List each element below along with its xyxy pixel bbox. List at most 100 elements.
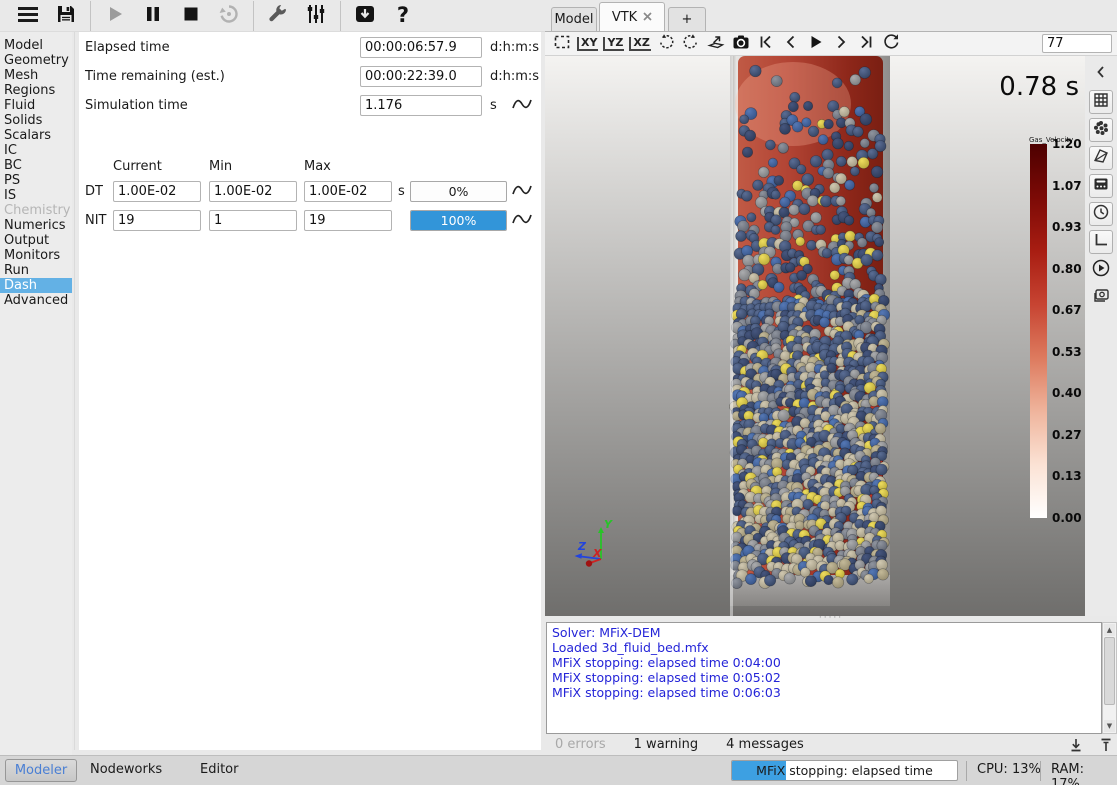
nit-current-input[interactable] — [113, 210, 201, 231]
console-line: MFiX stopping: elapsed time 0:04:00 — [552, 655, 1096, 670]
geometry-button[interactable] — [1089, 146, 1113, 170]
nit-progress-label: 100% — [441, 213, 477, 228]
vertical-splitter[interactable] — [74, 32, 75, 750]
colorbar-tick: 1.20 — [1052, 137, 1085, 151]
stop-button[interactable] — [178, 3, 204, 29]
scroll-bottom-icon[interactable] — [1067, 736, 1085, 754]
prev-frame-button[interactable] — [781, 34, 801, 54]
scrollbar-down-icon[interactable]: ▼ — [1104, 720, 1115, 732]
message-statusbar: 0 errors 1 warning 4 messages — [545, 734, 1117, 755]
dt-max-input[interactable] — [304, 181, 392, 202]
play-overlay-button[interactable] — [1089, 258, 1113, 282]
sidebar-item-regions[interactable]: Regions — [0, 83, 72, 98]
console-line: MFiX stopping: elapsed time 0:05:02 — [552, 670, 1096, 685]
errors-count[interactable]: 0 errors — [555, 737, 606, 752]
toolbar-group — [4, 3, 90, 29]
mode-modeler-button[interactable]: Modeler — [5, 759, 77, 782]
sidebar-item-output[interactable]: Output — [0, 233, 72, 248]
time-remaining-input[interactable] — [360, 66, 482, 87]
console-line: Loaded 3d_fluid_bed.mfx — [552, 640, 1096, 655]
play-button[interactable] — [102, 3, 128, 29]
simulation-time-input[interactable] — [360, 95, 482, 116]
dt-min-input[interactable] — [209, 181, 297, 202]
scroll-top-icon[interactable] — [1097, 736, 1115, 754]
warnings-count[interactable]: 1 warning — [634, 737, 698, 752]
colorbar-tick: 0.80 — [1052, 262, 1085, 276]
plot-dt-button[interactable] — [510, 181, 534, 199]
mode-nodeworks-button[interactable]: Nodeworks — [90, 762, 162, 777]
sidebar-item-fluid[interactable]: Fluid — [0, 98, 72, 113]
reload-button[interactable] — [881, 34, 901, 54]
axes-icon — [1092, 231, 1110, 253]
save-button[interactable] — [53, 3, 79, 29]
sliders-icon — [305, 3, 327, 29]
frame-number-input[interactable] — [1042, 34, 1112, 53]
help-button[interactable]: ? — [390, 3, 416, 29]
screenshot-button[interactable] — [1089, 286, 1113, 310]
sidebar-item-chemistry[interactable]: Chemistry — [0, 203, 72, 218]
console-log[interactable]: Solver: MFiX-DEMLoaded 3d_fluid_bed.mfxM… — [546, 622, 1102, 734]
sidebar-item-is[interactable]: IS — [0, 188, 72, 203]
wrench-button[interactable] — [265, 3, 291, 29]
collapse-chevron-button[interactable] — [1089, 62, 1113, 86]
tab-add[interactable]: + — [668, 7, 706, 31]
vtk-time-label: 0.78 s — [999, 72, 1079, 102]
tab-model[interactable]: Model — [551, 7, 597, 31]
plane-xz-button-label: XZ — [629, 37, 650, 51]
sidebar-item-bc[interactable]: BC — [0, 158, 72, 173]
sidebar-item-ic[interactable]: IC — [0, 143, 72, 158]
console-scrollbar[interactable]: ▲ ▼ — [1102, 622, 1117, 734]
sidebar-item-monitors[interactable]: Monitors — [0, 248, 72, 263]
sidebar-item-geometry[interactable]: Geometry — [0, 53, 72, 68]
plane-xz-button[interactable]: XZ — [629, 34, 650, 54]
last-frame-button[interactable] — [856, 34, 876, 54]
sidebar-item-dash[interactable]: Dash — [0, 278, 72, 293]
pause-button[interactable] — [140, 3, 166, 29]
play-icon — [105, 4, 125, 28]
sidebar-item-model[interactable]: Model — [0, 38, 72, 53]
vtk-view[interactable]: YZX 0.78 s Gas_Velocity 1.201.070.930.80… — [545, 56, 1085, 616]
history-button[interactable] — [1089, 202, 1113, 226]
play-frames-button[interactable] — [806, 34, 826, 54]
next-frame-button[interactable] — [831, 34, 851, 54]
mesh-grid-button[interactable] — [1089, 90, 1113, 114]
axes-button[interactable] — [1089, 230, 1113, 254]
sidebar-item-advanced[interactable]: Advanced — [0, 293, 72, 308]
sidebar-item-ps[interactable]: PS — [0, 173, 72, 188]
first-frame-button[interactable] — [756, 34, 776, 54]
fit-view-button[interactable] — [552, 34, 572, 54]
rotate-ccw-button[interactable] — [656, 34, 676, 54]
plane-xy-button[interactable]: XY — [577, 34, 598, 54]
perspective-button[interactable] — [706, 34, 726, 54]
plot-nit-button[interactable] — [510, 210, 534, 228]
dash-panel: Elapsed time d:h:m:s Time remaining (est… — [79, 32, 541, 750]
sidebar-item-run[interactable]: Run — [0, 263, 72, 278]
plane-yz-button[interactable]: YZ — [603, 34, 624, 54]
export-button[interactable] — [352, 3, 378, 29]
time-remaining-label: Time remaining (est.) — [85, 69, 225, 85]
mode-editor-button[interactable]: Editor — [200, 762, 238, 777]
particles-button[interactable] — [1089, 118, 1113, 142]
nit-max-input[interactable] — [304, 210, 392, 231]
reset-button[interactable] — [216, 3, 242, 29]
sidebar-item-scalars[interactable]: Scalars — [0, 128, 72, 143]
scrollbar-up-icon[interactable]: ▲ — [1104, 624, 1115, 636]
scrollbar-thumb[interactable] — [1104, 637, 1115, 705]
nit-min-input[interactable] — [209, 210, 297, 231]
tab-vtk[interactable]: VTK — [599, 2, 665, 31]
elapsed-time-input[interactable] — [360, 37, 482, 58]
dt-current-input[interactable] — [113, 181, 201, 202]
sidebar-item-numerics[interactable]: Numerics — [0, 218, 72, 233]
snapshot-button[interactable] — [731, 34, 751, 54]
reset-icon — [218, 3, 240, 29]
cells-button[interactable] — [1089, 174, 1113, 198]
rotate-cw-button[interactable] — [681, 34, 701, 54]
sidebar-item-mesh[interactable]: Mesh — [0, 68, 72, 83]
vtk-scene[interactable]: YZX — [545, 56, 1085, 616]
messages-count[interactable]: 4 messages — [726, 737, 804, 752]
menu-button[interactable] — [15, 3, 41, 29]
plot-simulation-time-button[interactable] — [510, 95, 534, 113]
sliders-button[interactable] — [303, 3, 329, 29]
close-icon[interactable] — [643, 10, 652, 25]
sidebar-item-solids[interactable]: Solids — [0, 113, 72, 128]
